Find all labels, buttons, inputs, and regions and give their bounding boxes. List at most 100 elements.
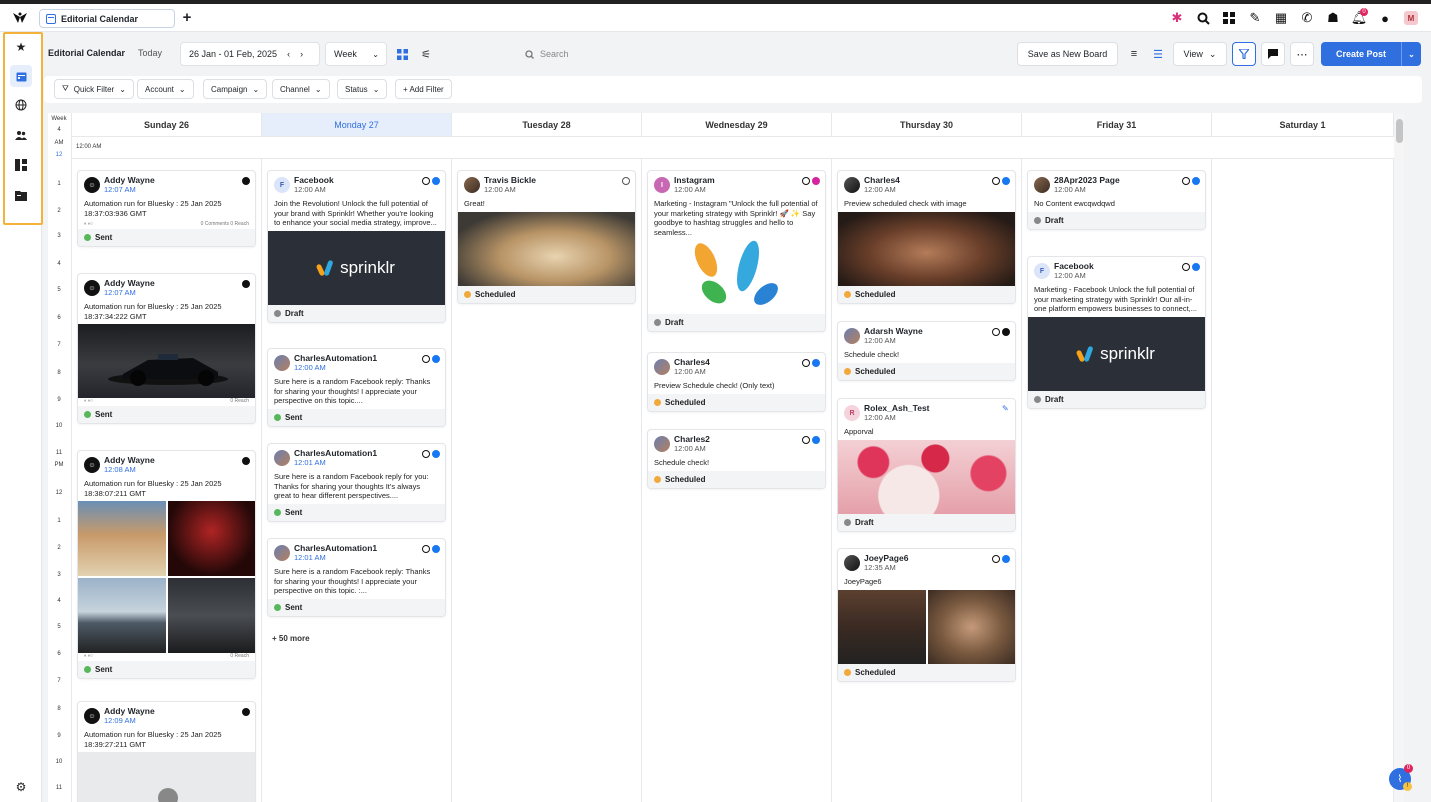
day-header-thursday[interactable]: Thursday 30 [832, 113, 1022, 137]
puppy-image [458, 211, 635, 286]
tab-title: Editorial Calendar [61, 13, 139, 24]
filter-icon[interactable] [1232, 42, 1256, 66]
all-day-row: 12:00 AM [72, 137, 1404, 159]
post-card[interactable]: ☺ Addy Wayne 12:09 AM Automation run for… [77, 701, 256, 802]
post-card[interactable]: F Facebook 12:00 AM Join the Revolution!… [267, 170, 446, 323]
comment-icon[interactable] [1261, 42, 1285, 66]
adjust-icon[interactable]: ⚟ [416, 44, 436, 64]
scrollbar-thumb[interactable] [1396, 119, 1403, 143]
notification-badge: 0 [1360, 8, 1368, 16]
card-meta: ◐◑○ 0 Reach [78, 653, 255, 661]
sparkle-icon[interactable]: ✱ [1167, 8, 1187, 28]
facebook-icon [1002, 555, 1010, 563]
chevron-down-icon[interactable]: ⌄ [1401, 42, 1421, 66]
post-card[interactable]: Travis Bickle 12:00 AM Great! Scheduled [457, 170, 636, 304]
people-icon[interactable]: ☗ [1323, 8, 1343, 28]
quick-filter-chip[interactable]: ⛛ Quick Filter ⌄ [54, 79, 134, 99]
post-card[interactable]: F Facebook 12:00 AM Marketing - Facebook… [1027, 256, 1206, 409]
card-time: 12:00 AM [674, 185, 706, 194]
hour-label: 3 [57, 572, 61, 578]
post-card[interactable]: Charles4 12:00 AM Preview scheduled chec… [837, 170, 1016, 304]
bluesky-avatar: ☺ [84, 457, 100, 473]
account-filter-chip[interactable]: Account ⌄ [137, 79, 194, 99]
post-card[interactable]: R Rolex_Ash_Test 12:00 AM ✎ Apporval Dra… [837, 398, 1016, 532]
add-filter-button[interactable]: + Add Filter [395, 79, 452, 99]
settings-gear-icon[interactable]: ⚙ [10, 776, 32, 798]
day-header-monday[interactable]: Monday 27 [262, 113, 452, 137]
phone-icon[interactable]: ✆ [1297, 8, 1317, 28]
post-card[interactable]: Charles4 12:00 AM Preview Schedule check… [647, 352, 826, 412]
channel-filter-chip[interactable]: Channel ⌄ [272, 79, 330, 99]
post-card[interactable]: Charles2 12:00 AM Schedule check! Schedu… [647, 429, 826, 489]
card-meta-text: 0 Reach [230, 653, 249, 659]
reactions-icon: ◐◑○ [84, 398, 94, 404]
post-card[interactable]: CharlesAutomation1 12:01 AM Sure here is… [267, 538, 446, 617]
card-body: Great! [464, 199, 485, 208]
image-grid [838, 589, 1015, 664]
hour-label: 1 [57, 181, 61, 187]
post-card[interactable]: JoeyPage6 12:35 AM JoeyPage6 Scheduled [837, 548, 1016, 682]
apps-grid-icon[interactable] [1219, 8, 1239, 28]
grid-view-icon[interactable] [392, 44, 412, 64]
search-input[interactable]: Search [517, 42, 937, 66]
day-header-friday[interactable]: Friday 31 [1022, 113, 1212, 137]
play-icon[interactable] [158, 788, 178, 802]
more-posts-link[interactable]: + 50 more [272, 634, 310, 643]
threads-icon [992, 555, 1000, 563]
view-dropdown[interactable]: View ⌄ [1173, 42, 1227, 66]
page-avatar [1034, 177, 1050, 193]
filter-label: Campaign [211, 84, 248, 94]
day-header-sunday[interactable]: Sunday 26 [72, 113, 262, 137]
sprinklr-logo-icon[interactable] [12, 11, 28, 25]
filter-label: Channel [280, 84, 310, 94]
edit-icon[interactable]: ✎ [1002, 405, 1010, 413]
chevron-left-icon[interactable]: ‹ [287, 49, 290, 59]
date-range-picker[interactable]: 26 Jan - 01 Feb, 2025 ‹ › [180, 42, 320, 66]
card-body: No Content ewcqwdqwd [1034, 199, 1115, 208]
post-card[interactable]: CharlesAutomation1 12:00 AM Sure here is… [267, 348, 446, 427]
status-filter-chip[interactable]: Status ⌄ [337, 79, 388, 99]
sprinklr-logo-icon [318, 260, 336, 276]
tab-editorial-calendar[interactable]: Editorial Calendar [39, 9, 175, 28]
chevron-right-icon[interactable]: › [300, 49, 303, 59]
post-card[interactable]: CharlesAutomation1 12:01 AM Sure here is… [267, 443, 446, 522]
time-column: Week 4 AM 12 1 2 3 4 5 6 7 8 9 10 11 PM 12 1 2 3 4 5 6 7 8 9 10 1… [48, 113, 72, 802]
compose-icon[interactable]: ✎ [1245, 8, 1265, 28]
user-avatar[interactable]: M [1401, 8, 1421, 28]
post-card[interactable]: ☺ Addy Wayne 12:07 AM Automation run for… [77, 170, 256, 247]
vertical-scrollbar[interactable] [1394, 113, 1404, 802]
activity-fab-button[interactable]: ⌇ 0 ! [1389, 764, 1413, 791]
status-badge: Sent [78, 406, 255, 423]
status-badge: Draft [268, 304, 445, 322]
new-tab-button[interactable]: + [180, 9, 194, 27]
create-post-button[interactable]: Create Post ⌄ [1321, 42, 1421, 66]
day-header-saturday[interactable]: Saturday 1 [1212, 113, 1394, 137]
search-icon[interactable] [1193, 8, 1213, 28]
post-card[interactable]: ☺ Addy Wayne 12:08 AM Automation run for… [77, 450, 256, 679]
post-card[interactable]: ☺ Addy Wayne 12:07 AM Automation run for… [77, 273, 256, 424]
compact-list-icon[interactable]: ☰ [1148, 44, 1168, 64]
day-header-wednesday[interactable]: Wednesday 29 [642, 113, 832, 137]
save-as-new-board-button[interactable]: Save as New Board [1017, 42, 1118, 66]
filter-label: + Add Filter [403, 84, 444, 94]
more-options-icon[interactable]: ⋯ [1290, 42, 1314, 66]
hour-label: 6 [57, 651, 61, 657]
chat-icon[interactable]: ● [1375, 8, 1395, 28]
calendar-icon[interactable]: ▦ [1271, 8, 1291, 28]
list-view-toggle: ≡ ☰ [1124, 42, 1168, 66]
view-mode-select[interactable]: Week ⌄ [325, 42, 387, 66]
status-label: Draft [665, 318, 684, 327]
day-header-tuesday[interactable]: Tuesday 28 [452, 113, 642, 137]
campaign-filter-chip[interactable]: Campaign ⌄ [203, 79, 268, 99]
post-card[interactable]: Adarsh Wayne 12:00 AM Schedule check! Sc… [837, 321, 1016, 381]
list-icon[interactable]: ≡ [1124, 44, 1144, 64]
facebook-icon [1002, 177, 1010, 185]
facebook-icon [432, 177, 440, 185]
hour-label: 9 [57, 733, 61, 739]
page-avatar [844, 555, 860, 571]
bluesky-icon [242, 708, 250, 716]
today-button[interactable]: Today [138, 48, 162, 58]
post-card[interactable]: I Instagram 12:00 AM Marketing - Instagr… [647, 170, 826, 332]
post-card[interactable]: 28Apr2023 Page 12:00 AM No Content ewcqw… [1027, 170, 1206, 230]
bell-icon[interactable]: 🔔︎ 0 [1349, 8, 1369, 28]
